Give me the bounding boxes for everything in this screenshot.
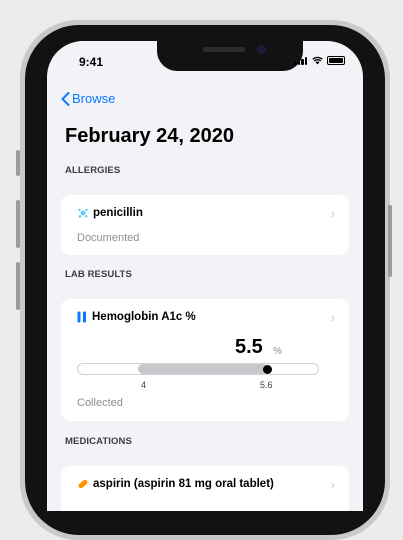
- speaker-grille: [203, 47, 245, 52]
- back-button[interactable]: Browse: [61, 91, 115, 106]
- allergy-status: Documented: [77, 232, 140, 244]
- front-camera: [257, 45, 266, 54]
- volume-down-button: [16, 262, 20, 310]
- status-icons: [294, 56, 345, 65]
- allergy-title: penicillin: [77, 207, 143, 219]
- allergy-name: penicillin: [93, 207, 143, 219]
- phone-screen: 9:41 Browse February 24, 2020 ALLERGIES: [47, 41, 363, 511]
- cellular-signal-icon: [294, 57, 308, 65]
- lab-result-name: Hemoglobin A1c %: [92, 311, 196, 323]
- lab-results-icon: [77, 311, 86, 323]
- wifi-icon: [312, 56, 323, 65]
- lab-results-header: LAB RESULTS: [65, 269, 132, 280]
- range-low-label: 4: [141, 380, 147, 390]
- lab-result-value: 5.5: [235, 336, 263, 358]
- medication-name: aspirin (aspirin 81 mg oral tablet): [93, 478, 274, 490]
- back-label: Browse: [72, 91, 116, 106]
- medications-header: MEDICATIONS: [65, 436, 132, 447]
- reference-range-track: [77, 363, 319, 375]
- medication-card[interactable]: aspirin (aspirin 81 mg oral tablet) ›: [61, 466, 349, 511]
- pill-icon: [78, 479, 88, 489]
- allergy-icon: [78, 208, 88, 218]
- chevron-right-icon: ›: [330, 310, 335, 325]
- lab-result-unit: %: [273, 346, 282, 357]
- allergies-header: ALLERGIES: [65, 165, 121, 176]
- notch: [157, 41, 303, 71]
- side-button: [16, 150, 20, 176]
- power-button: [388, 205, 392, 277]
- allergy-card[interactable]: penicillin › Documented: [61, 195, 349, 255]
- range-high-label: 5.6: [260, 380, 273, 390]
- page-title: February 24, 2020: [65, 125, 234, 147]
- lab-result-status: Collected: [77, 397, 123, 409]
- result-marker: [263, 364, 273, 374]
- chevron-left-icon: [61, 91, 70, 106]
- chevron-right-icon: ›: [330, 206, 335, 221]
- volume-up-button: [16, 200, 20, 248]
- chevron-right-icon: ›: [330, 477, 335, 492]
- reference-range-fill: [138, 364, 268, 374]
- lab-result-title: Hemoglobin A1c %: [77, 311, 196, 323]
- medication-title: aspirin (aspirin 81 mg oral tablet): [77, 478, 274, 490]
- status-time: 9:41: [79, 55, 104, 69]
- lab-result-card[interactable]: Hemoglobin A1c % › 5.5 % 4 5.6 Collected: [61, 299, 349, 421]
- battery-icon: [327, 56, 345, 65]
